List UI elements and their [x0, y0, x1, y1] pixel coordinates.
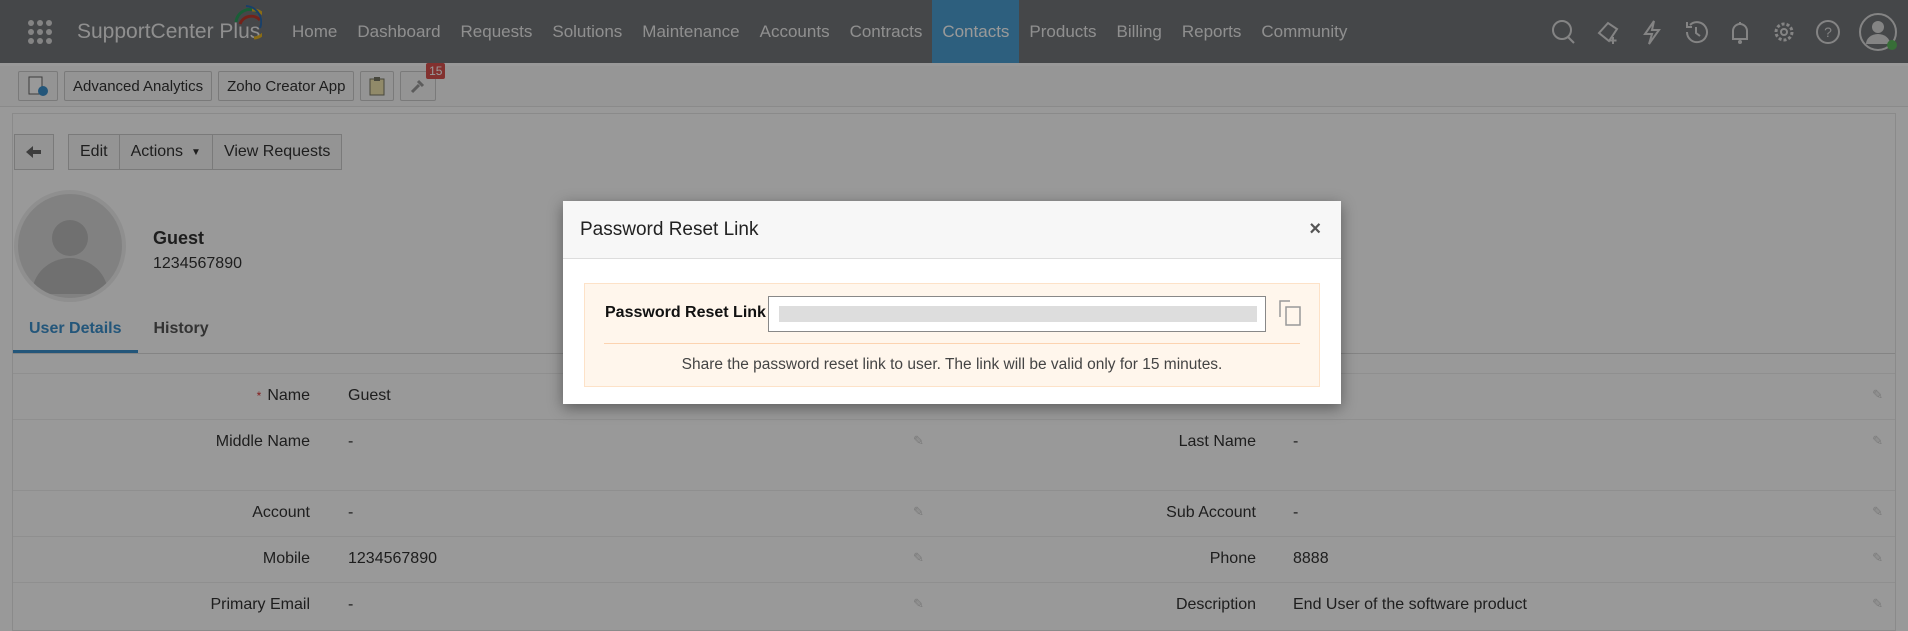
dialog-title: Password Reset Link: [563, 201, 1341, 259]
reset-link-input[interactable]: [768, 296, 1266, 332]
reset-link-note: Share the password reset link to user. T…: [681, 356, 1223, 373]
copy-icon[interactable]: [1278, 299, 1304, 332]
password-reset-dialog: Password Reset Link × Password Reset Lin…: [563, 201, 1341, 404]
divider: [604, 343, 1300, 344]
reset-link-label: Password Reset Link: [605, 304, 766, 321]
close-icon[interactable]: ×: [1309, 218, 1321, 241]
redacted-link: [779, 306, 1257, 322]
